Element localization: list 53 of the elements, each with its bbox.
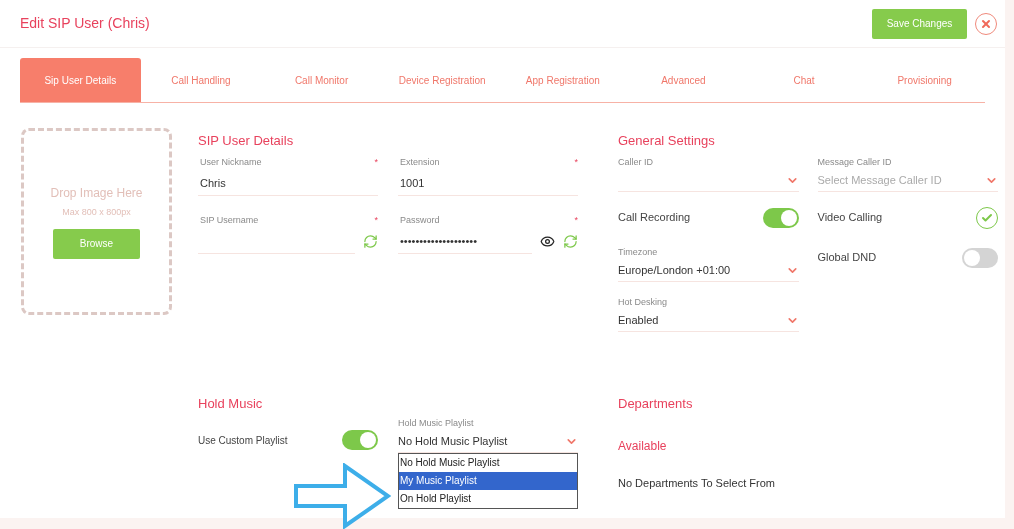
select-field[interactable]: Enabled xyxy=(618,309,799,332)
tab[interactable]: Provisioning xyxy=(864,58,985,102)
setting-label: Use Custom Playlist xyxy=(198,433,288,448)
dropzone-hint: Max 800 x 800px xyxy=(62,206,131,220)
eye-icon[interactable] xyxy=(540,234,555,249)
field-label: SIP Username xyxy=(199,213,259,227)
setting-label: Global DND xyxy=(817,250,877,266)
section-heading: Hold Music xyxy=(198,394,264,413)
empty-message: No Departments To Select From xyxy=(618,476,776,491)
field-label: User Nickname xyxy=(199,155,262,169)
field-label: Hold Music Playlist xyxy=(398,417,475,430)
field-label: Message Caller ID xyxy=(817,155,893,169)
dropdown-option[interactable]: My Music Playlist xyxy=(399,472,577,490)
section-heading: Departments xyxy=(618,394,694,413)
browse-button[interactable]: Browse xyxy=(53,228,140,259)
input-field[interactable]: Chris xyxy=(198,171,378,196)
page-title: Edit SIP User (Chris) xyxy=(20,14,150,33)
field-label: Extension xyxy=(399,155,440,169)
required-mark: * xyxy=(374,213,378,227)
toggle-switch[interactable] xyxy=(762,207,799,228)
select-field[interactable]: Select Message Caller ID xyxy=(817,169,998,192)
tab[interactable]: Advanced xyxy=(623,58,744,102)
input-field[interactable]: 1001 xyxy=(398,171,578,196)
setting-label: Call Recording xyxy=(618,210,691,226)
tab[interactable]: Call Monitor xyxy=(261,58,382,102)
section-heading: General Settings xyxy=(618,132,716,150)
dropdown-option[interactable]: No Hold Music Playlist xyxy=(399,454,577,472)
section-subheading: Available xyxy=(618,438,668,455)
tab[interactable]: Device Registration xyxy=(381,58,503,102)
toggle-switch[interactable] xyxy=(342,430,378,450)
field-label: Password xyxy=(399,213,440,227)
toggle-switch[interactable] xyxy=(962,247,998,268)
required-mark: * xyxy=(374,155,378,169)
tab[interactable]: Sip User Details xyxy=(20,58,141,102)
section-heading: SIP User Details xyxy=(198,132,295,150)
dropdown-option[interactable]: On Hold Playlist xyxy=(399,490,577,508)
image-dropzone[interactable]: Drop Image Here Max 800 x 800px Browse xyxy=(21,128,172,315)
required-mark: * xyxy=(574,155,578,169)
save-button[interactable]: Save Changes xyxy=(872,8,967,39)
dropzone-title: Drop Image Here xyxy=(50,185,143,203)
refresh-icon[interactable] xyxy=(563,234,578,249)
tab[interactable]: App Registration xyxy=(502,58,624,102)
tab[interactable]: Call Handling xyxy=(140,58,262,102)
required-mark: * xyxy=(574,213,578,227)
check-icon xyxy=(981,211,993,224)
password-field[interactable]: •••••••••••••••••••• xyxy=(398,229,532,254)
field-label: Hot Desking xyxy=(618,295,669,309)
field-label: Timezone xyxy=(618,245,659,259)
refresh-icon[interactable] xyxy=(363,234,378,249)
select-field[interactable]: Europe/London +01:00 xyxy=(618,259,799,282)
setting-label: Video Calling xyxy=(817,210,883,226)
field-label: Caller ID xyxy=(618,155,654,169)
tab[interactable]: Chat xyxy=(743,58,865,102)
